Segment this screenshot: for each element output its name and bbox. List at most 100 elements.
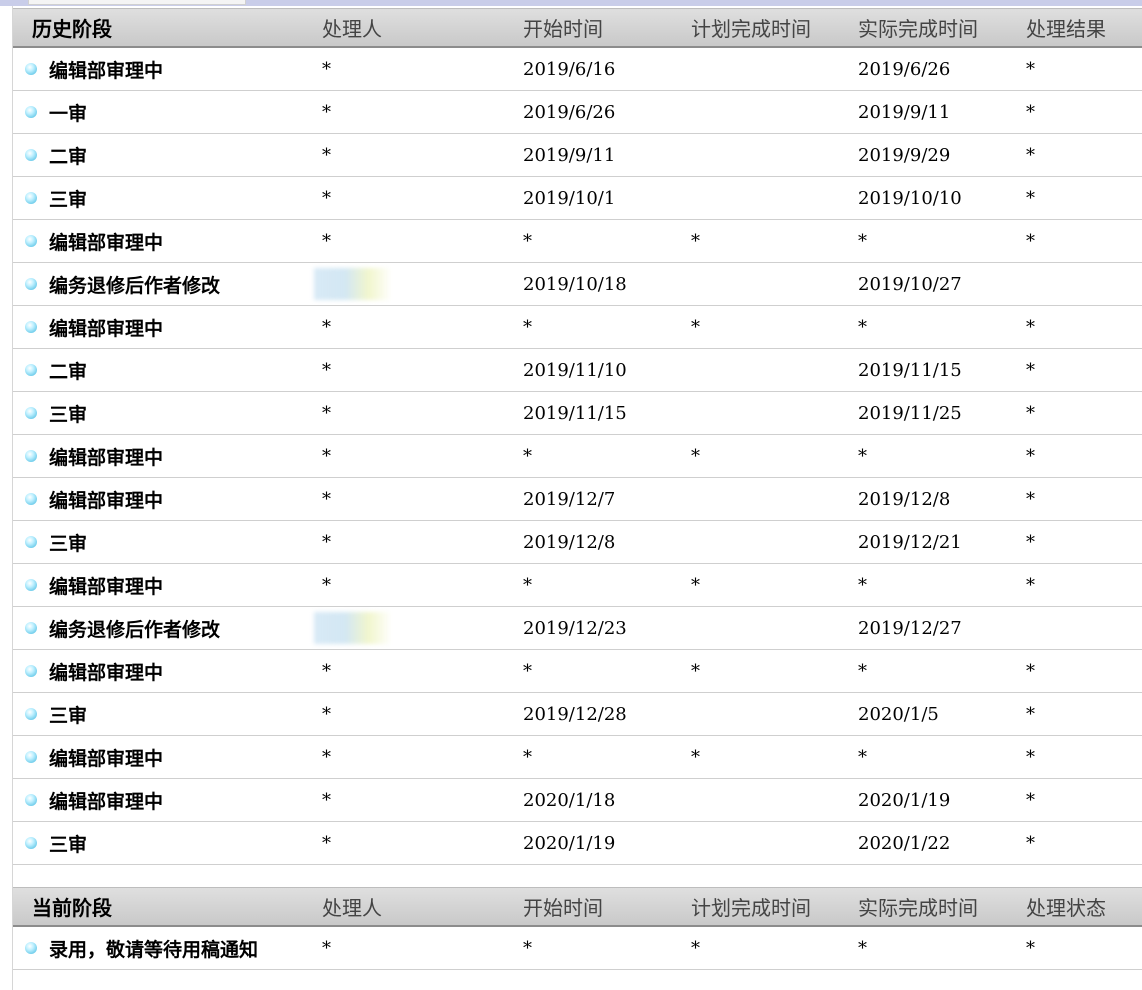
cell-result: * bbox=[1026, 703, 1035, 725]
cell-stage-name: 二审 bbox=[49, 360, 88, 383]
cell-stage-name: 编辑部审理中 bbox=[49, 446, 164, 469]
cell-handler: * bbox=[322, 359, 331, 381]
cell-stage-name: 编辑部审理中 bbox=[49, 661, 164, 684]
cell-handler: * bbox=[322, 574, 331, 596]
cell-start-time: * bbox=[523, 574, 532, 596]
bullet-circle-icon bbox=[25, 493, 37, 505]
cell-handler: * bbox=[322, 832, 331, 854]
table-row: 编辑部审理中 * * * * * bbox=[13, 220, 1142, 263]
cell-result: * bbox=[1026, 660, 1035, 682]
cell-handler: * bbox=[322, 187, 331, 209]
header-result: 处理结果 bbox=[1026, 17, 1106, 41]
cell-actual-time: 2019/9/11 bbox=[858, 101, 951, 123]
cell-actual-time: 2019/10/27 bbox=[858, 273, 962, 295]
cell-handler: * bbox=[322, 746, 331, 768]
cell-handler: * bbox=[322, 230, 331, 252]
bullet-circle-icon bbox=[25, 942, 37, 954]
bullet-circle-icon bbox=[25, 708, 37, 720]
cell-start-time: 2019/12/28 bbox=[523, 703, 627, 725]
cell-handler: * bbox=[322, 531, 331, 553]
cell-actual-time: * bbox=[858, 574, 867, 596]
cell-start-time: 2019/11/15 bbox=[523, 402, 627, 424]
table-row: 三审 * 2019/11/15 2019/11/25 * bbox=[13, 392, 1142, 435]
cell-stage-name: 一审 bbox=[49, 102, 88, 125]
cell-result: * bbox=[1026, 832, 1035, 854]
bullet-circle-icon bbox=[25, 450, 37, 462]
cell-result: * bbox=[1026, 316, 1035, 338]
table-row: 三审 * 2019/12/28 2020/1/5 * bbox=[13, 693, 1142, 736]
cell-stage-name: 编务退修后作者修改 bbox=[49, 274, 221, 297]
table-row: 二审 * 2019/9/11 2019/9/29 * bbox=[13, 134, 1142, 177]
window-top-strip bbox=[0, 0, 1142, 6]
cell-planned-time: * bbox=[691, 230, 700, 252]
cell-handler: * bbox=[322, 58, 331, 80]
cell-result: * bbox=[1026, 58, 1035, 80]
cell-planned-time: * bbox=[691, 316, 700, 338]
header-start-time: 开始时间 bbox=[523, 17, 603, 41]
cell-actual-time: 2019/12/27 bbox=[858, 617, 962, 639]
cell-stage-name: 三审 bbox=[49, 403, 88, 426]
cell-start-time: 2019/6/26 bbox=[523, 101, 616, 123]
cell-start-time: 2019/12/8 bbox=[523, 531, 616, 553]
table-row: 编务退修后作者修改 2019/10/18 2019/10/27 bbox=[13, 263, 1142, 306]
cell-stage-name: 三审 bbox=[49, 188, 88, 211]
cell-handler: * bbox=[322, 703, 331, 725]
bullet-circle-icon bbox=[25, 794, 37, 806]
table-row: 编辑部审理中 * * * * * bbox=[13, 435, 1142, 478]
cell-start-time: 2020/1/18 bbox=[523, 789, 616, 811]
cell-start-time: * bbox=[523, 445, 532, 467]
bullet-circle-icon bbox=[25, 665, 37, 677]
cell-start-time: 2019/6/16 bbox=[523, 58, 616, 80]
header-handler: 处理人 bbox=[322, 17, 382, 41]
bullet-circle-icon bbox=[25, 837, 37, 849]
cell-actual-time: 2019/12/21 bbox=[858, 531, 962, 553]
cell-handler: * bbox=[322, 101, 331, 123]
table-row: 编辑部审理中 * 2019/12/7 2019/12/8 * bbox=[13, 478, 1142, 521]
cell-actual-time: 2019/6/26 bbox=[858, 58, 951, 80]
bullet-circle-icon bbox=[25, 321, 37, 333]
cell-actual-time: * bbox=[858, 937, 867, 959]
bullet-circle-icon bbox=[25, 106, 37, 118]
cell-stage-name: 编辑部审理中 bbox=[49, 231, 164, 254]
cell-result: * bbox=[1026, 937, 1035, 959]
table-row: 编辑部审理中 * * * * * bbox=[13, 736, 1142, 779]
cell-handler: * bbox=[322, 660, 331, 682]
cell-handler: * bbox=[322, 445, 331, 467]
cell-result: * bbox=[1026, 402, 1035, 424]
cell-planned-time: * bbox=[691, 445, 700, 467]
cell-handler: * bbox=[322, 144, 331, 166]
browser-tab-edge bbox=[28, 0, 246, 5]
cell-result: * bbox=[1026, 445, 1035, 467]
cell-result: * bbox=[1026, 230, 1035, 252]
header-current-stage: 当前阶段 bbox=[32, 896, 112, 920]
header-handler: 处理人 bbox=[322, 896, 382, 920]
history-stages-table: 历史阶段 处理人 开始时间 计划完成时间 实际完成时间 处理结果 编辑部审理中 *… bbox=[13, 8, 1142, 865]
cell-actual-time: 2019/11/15 bbox=[858, 359, 962, 381]
cell-result: * bbox=[1026, 488, 1035, 510]
table-row: 编辑部审理中 * * * * * bbox=[13, 564, 1142, 607]
cell-stage-name: 编辑部审理中 bbox=[49, 317, 164, 340]
cell-start-time: 2019/10/1 bbox=[523, 187, 616, 209]
header-planned-time: 计划完成时间 bbox=[691, 896, 811, 920]
cell-start-time: 2019/11/10 bbox=[523, 359, 627, 381]
cell-stage-name: 编辑部审理中 bbox=[49, 790, 164, 813]
cell-handler: * bbox=[322, 316, 331, 338]
cell-actual-time: * bbox=[858, 660, 867, 682]
cell-actual-time: 2020/1/22 bbox=[858, 832, 951, 854]
cell-handler: * bbox=[322, 789, 331, 811]
table-row: 一审 * 2019/6/26 2019/9/11 * bbox=[13, 91, 1142, 134]
current-header-row: 当前阶段 处理人 开始时间 计划完成时间 实际完成时间 处理状态 bbox=[13, 887, 1142, 927]
cell-start-time: * bbox=[523, 316, 532, 338]
cell-planned-time: * bbox=[691, 660, 700, 682]
history-header-row: 历史阶段 处理人 开始时间 计划完成时间 实际完成时间 处理结果 bbox=[13, 8, 1142, 48]
bullet-circle-icon bbox=[25, 751, 37, 763]
table-row: 编辑部审理中 * * * * * bbox=[13, 306, 1142, 349]
bullet-circle-icon bbox=[25, 149, 37, 161]
table-row: 二审 * 2019/11/10 2019/11/15 * bbox=[13, 349, 1142, 392]
cell-stage-name: 编辑部审理中 bbox=[49, 575, 164, 598]
cell-stage-name: 三审 bbox=[49, 704, 88, 727]
cell-result: * bbox=[1026, 187, 1035, 209]
cell-actual-time: * bbox=[858, 746, 867, 768]
cell-result: * bbox=[1026, 789, 1035, 811]
cell-result: * bbox=[1026, 746, 1035, 768]
